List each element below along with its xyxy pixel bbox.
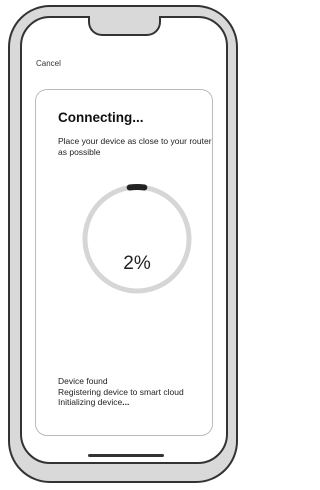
status-log: Device found Registering device to smart… — [58, 376, 184, 408]
home-indicator — [88, 454, 164, 457]
status-line-initializing-text: Initializing device — [58, 397, 123, 407]
status-line-initializing: Initializing device... — [58, 397, 184, 408]
connecting-title-dots: ... — [132, 110, 144, 125]
phone-notch — [88, 16, 161, 36]
cancel-button[interactable]: Cancel — [36, 59, 61, 68]
status-line-device-found: Device found — [58, 376, 108, 386]
status-line-registering: Registering device to smart cloud — [58, 386, 184, 397]
progress-track — [82, 184, 192, 294]
progress-arc — [126, 184, 148, 191]
progress-percent: 2% — [123, 253, 151, 274]
connecting-title-text: Connecting — [58, 110, 133, 125]
progress-ring — [82, 184, 192, 294]
connecting-subtitle: Place your device as close to your route… — [58, 136, 212, 157]
status-line-initializing-dots: ... — [122, 397, 130, 407]
connecting-title: Connecting... — [58, 110, 144, 125]
